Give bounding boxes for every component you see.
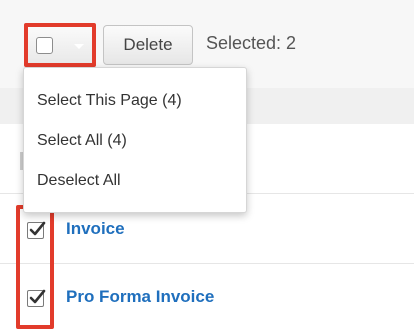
menu-item-select-this-page[interactable]: Select This Page (4) bbox=[37, 92, 182, 110]
empty-checkbox-icon[interactable] bbox=[36, 37, 53, 54]
selected-count: Selected: 2 bbox=[206, 33, 297, 53]
mass-select-toggle[interactable] bbox=[24, 23, 96, 67]
menu-item-select-all[interactable]: Select All (4) bbox=[37, 132, 127, 150]
menu-item-deselect-all[interactable]: Deselect All bbox=[37, 172, 121, 190]
chevron-down-icon[interactable] bbox=[70, 37, 88, 55]
checked-checkbox-icon[interactable] bbox=[27, 289, 46, 307]
table-row: Pro Forma Invoice bbox=[0, 264, 414, 329]
list-view: Delete Selected: 2 Invoice Pro Forma Inv… bbox=[0, 0, 414, 329]
record-link-pro-forma-invoice[interactable]: Pro Forma Invoice bbox=[66, 287, 214, 307]
checked-checkbox-icon[interactable] bbox=[27, 221, 46, 239]
record-link-invoice[interactable]: Invoice bbox=[66, 219, 125, 239]
delete-button[interactable]: Delete bbox=[103, 25, 193, 65]
mass-select-menu: Select This Page (4) Select All (4) Dese… bbox=[23, 67, 247, 213]
